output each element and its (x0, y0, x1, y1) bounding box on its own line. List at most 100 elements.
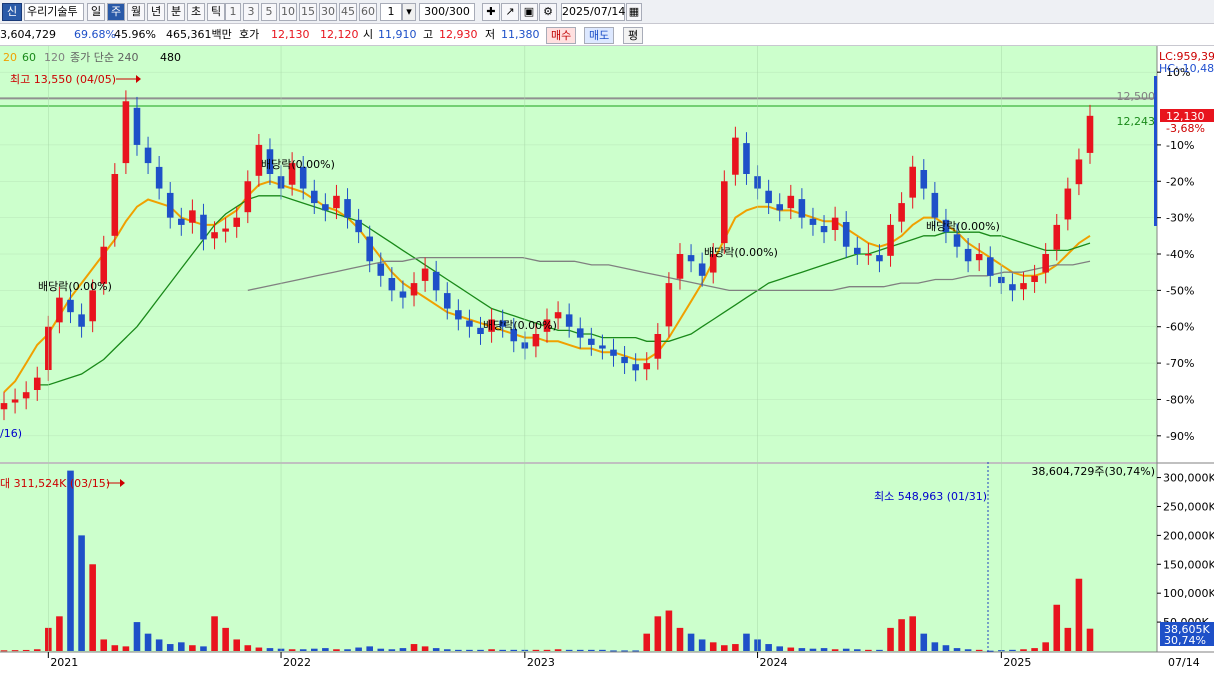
legend-ma120: 120 (44, 51, 65, 64)
ref-12500-label: 12,500 (1117, 90, 1156, 103)
volume-bar-65 (721, 645, 728, 651)
candle-36 (399, 291, 407, 298)
candle-18 (200, 214, 207, 240)
volume-bar-74 (820, 648, 828, 651)
period-tab-0[interactable]: 일 (87, 3, 105, 21)
candle-39 (432, 271, 440, 291)
minute-option-5[interactable]: 30 (319, 3, 337, 21)
minute-option-1[interactable]: 3 (243, 3, 259, 21)
save-icon[interactable]: ▣ (520, 3, 538, 21)
price-tick-label-7: -70% (1166, 357, 1194, 370)
price-tick-label-1: -10% (1166, 139, 1194, 152)
candle-57 (632, 364, 639, 371)
candle-34 (377, 263, 385, 276)
candle-89 (986, 257, 994, 276)
hc-value: HC:-10,48 (1159, 62, 1214, 75)
price-tick-label-5: -50% (1166, 284, 1194, 297)
minute-option-4[interactable]: 15 (299, 3, 317, 21)
candle-1 (11, 399, 19, 403)
date-field[interactable]: 2025/07/14 (561, 3, 625, 21)
minute-option-6[interactable]: 45 (339, 3, 357, 21)
volume-bar-19 (211, 616, 218, 651)
unit-select[interactable]: 1 (380, 3, 402, 21)
volume-bar-91 (1009, 649, 1016, 651)
candle-97 (1075, 159, 1083, 185)
volume-bar-0 (0, 650, 8, 652)
volume-bar-75 (831, 649, 839, 651)
candle-17 (189, 210, 196, 223)
candle-60 (665, 283, 673, 327)
volume-bar-52 (576, 649, 584, 651)
volume-bar-22 (244, 645, 252, 651)
candle-65 (721, 181, 728, 244)
volume-tick-label-4: 100,000K (1163, 587, 1214, 600)
volume-bar-67 (743, 633, 750, 651)
candle-70 (776, 204, 784, 211)
price-tick-label-8: -80% (1166, 393, 1194, 406)
volume-bar-12 (133, 622, 141, 651)
period-tab-3[interactable]: 년 (147, 3, 165, 21)
eval-button[interactable]: 평 (623, 27, 644, 44)
candle-0 (0, 403, 8, 410)
stock-name-field[interactable]: 우리기술투 (24, 3, 84, 21)
unit-dropdown-icon[interactable]: ▾ (402, 3, 416, 21)
candle-28 (310, 190, 318, 204)
code-badge[interactable]: 신 (2, 3, 22, 21)
candle-54 (599, 345, 606, 349)
candle-37 (410, 283, 418, 296)
period-tab-6[interactable]: 틱 (207, 3, 225, 21)
minute-option-2[interactable]: 5 (261, 3, 277, 21)
stock-chart[interactable]: 10%-10%-20%-30%-40%-50%-60%-70%-80%-90%3… (0, 46, 1214, 673)
buy-button[interactable]: 매수 (546, 27, 577, 44)
x-axis-bg (0, 652, 1214, 673)
period-tab-2[interactable]: 월 (127, 3, 145, 21)
volume-bar-20 (222, 627, 229, 651)
sell-button[interactable]: 매도 (584, 27, 615, 44)
volume-bar-83 (920, 633, 928, 651)
period-tab-1[interactable]: 주 (107, 3, 125, 21)
candle-56 (621, 356, 628, 364)
volume-bar-34 (377, 648, 385, 651)
period-tab-4[interactable]: 분 (167, 3, 185, 21)
volume-bar-3 (33, 649, 41, 651)
amount-value: 465,361백만 (166, 28, 232, 41)
volume-bar-49 (543, 649, 551, 651)
candle-58 (643, 363, 651, 370)
volume-bar-62 (687, 633, 695, 651)
legend-close-simple: 종가 단순 240 (70, 51, 138, 64)
settings-gear-icon[interactable]: ⚙ (539, 3, 557, 21)
price-tick-label-3: -30% (1166, 212, 1194, 225)
candle-67 (743, 143, 750, 174)
volume-bar-40 (443, 649, 451, 651)
volume-bar-70 (776, 646, 784, 651)
minute-option-7[interactable]: 60 (359, 3, 377, 21)
candle-41 (455, 310, 462, 320)
volume-bar-98 (1086, 628, 1094, 651)
candle-87 (964, 248, 972, 262)
volume-bar-27 (299, 649, 307, 651)
legend-ma20: 20 (3, 51, 17, 64)
calendar-icon[interactable]: ▦ (626, 3, 642, 21)
volume-bar-86 (953, 648, 961, 651)
count-field[interactable]: 300/300 (419, 3, 475, 21)
dividend-label-2: 배당락(0.00%) (261, 158, 335, 171)
volume-bar-94 (1042, 642, 1049, 651)
dividend-label-1: 배당락(0.00%) (38, 280, 112, 293)
minute-option-0[interactable]: 1 (225, 3, 241, 21)
volume-bar-24 (266, 648, 274, 651)
candle-91 (1009, 284, 1016, 291)
volume-bar-85 (942, 645, 950, 651)
candle-32 (355, 219, 362, 233)
candle-78 (865, 254, 872, 256)
volume-bar-60 (665, 610, 673, 651)
volume-bar-93 (1031, 648, 1038, 651)
candle-3 (33, 377, 41, 390)
trend-tool-icon[interactable]: ↗ (501, 3, 519, 21)
price-tick-label-4: -40% (1166, 248, 1194, 261)
crosshair-tool-icon[interactable]: ✚ (482, 3, 500, 21)
dividend-label-5: 배당락(0.00%) (926, 220, 1000, 233)
period-tab-5[interactable]: 초 (187, 3, 205, 21)
volume-bar-41 (455, 649, 462, 651)
minute-option-3[interactable]: 10 (279, 3, 297, 21)
candle-96 (1064, 188, 1072, 220)
